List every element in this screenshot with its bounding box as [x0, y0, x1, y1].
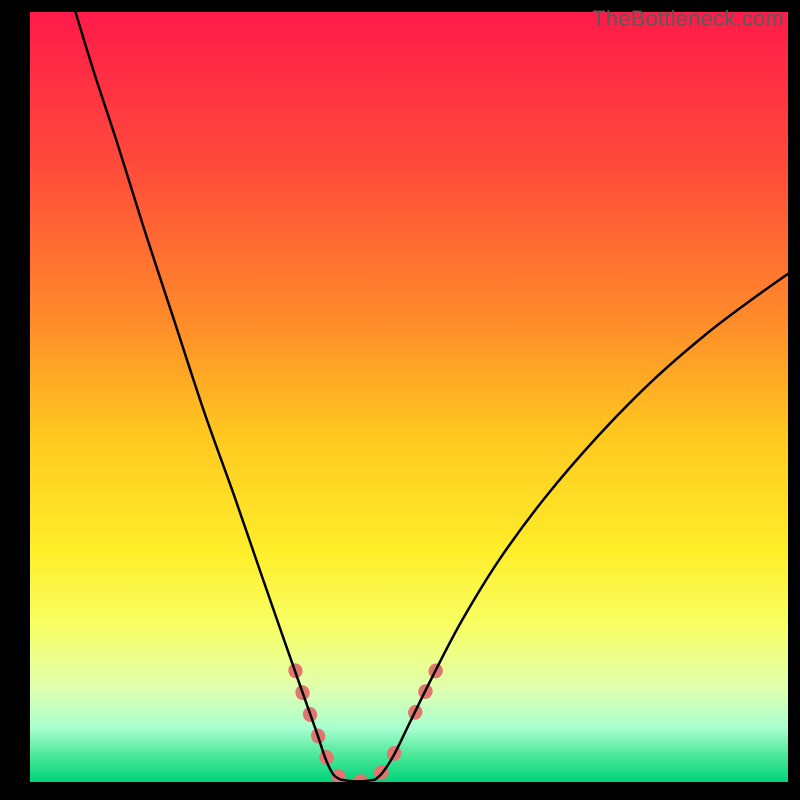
chart-plot-area — [30, 12, 788, 782]
chart-stage: TheBottleneck.com — [0, 0, 800, 800]
chart-svg — [30, 12, 788, 782]
gradient-background — [30, 12, 788, 782]
watermark-text: TheBottleneck.com — [592, 6, 784, 32]
